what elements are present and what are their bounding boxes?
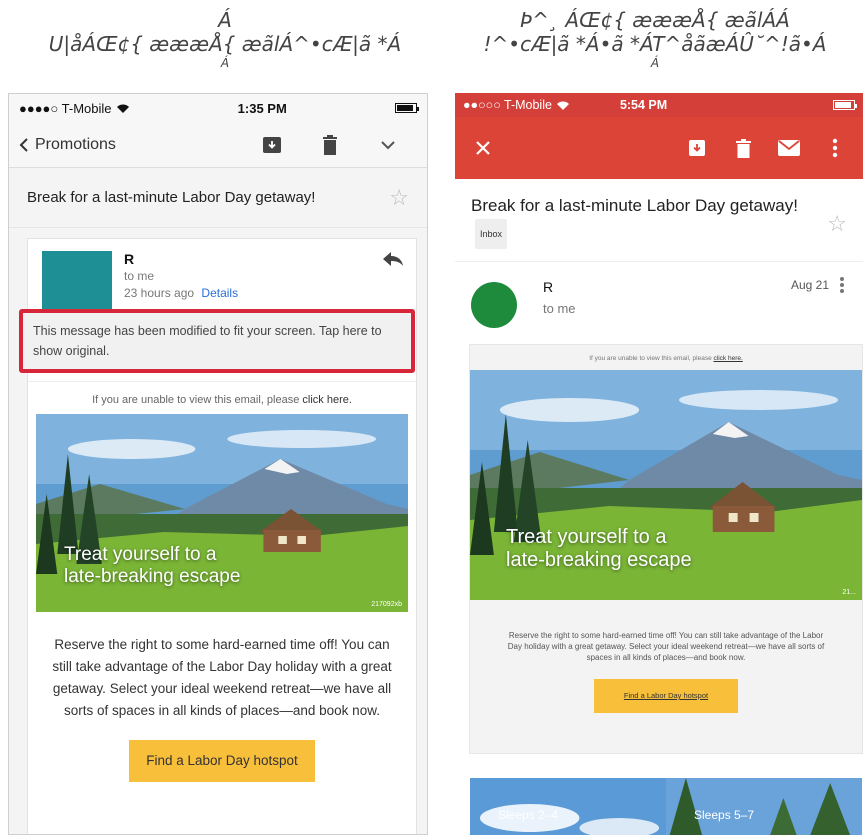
left-caption-line1: Á	[218, 8, 232, 32]
more-vert-icon	[832, 138, 838, 158]
email-subject: Break for a last-minute Labor Day getawa…	[27, 189, 316, 206]
mail-icon	[778, 140, 800, 156]
more-vert-icon[interactable]	[837, 276, 847, 294]
carrier-text: ●●○○○ T-Mobile	[463, 98, 552, 112]
mark-unread-button[interactable]	[777, 136, 801, 160]
star-icon[interactable]: ☆	[389, 185, 409, 211]
recipient-label: to me	[543, 301, 576, 316]
hero-headline: Treat yourself to a late-breaking escape	[64, 544, 240, 588]
archive-icon	[689, 140, 705, 156]
find-hotspot-button[interactable]: Find a Labor Day hotspot	[594, 679, 738, 713]
property-tiles: Sleeps 2–4 Sleeps 5–7	[470, 778, 862, 835]
subject-row: Break for a last-minute Labor Day getawa…	[455, 179, 863, 262]
back-label: Promotions	[35, 135, 116, 153]
ios-status-bar: ●●●●○ T-Mobile 1:35 PM	[9, 94, 427, 122]
email-subject-block: Break for a last-minute Labor Day getawa…	[471, 193, 827, 249]
tile-label: Sleeps 2–4	[498, 808, 559, 822]
email-body-text: Reserve the right to some hard-earned ti…	[52, 637, 392, 718]
chevron-down-icon	[381, 140, 395, 149]
more-options-button[interactable]	[377, 134, 399, 156]
sender-info: R to me 23 hours ago Details	[124, 251, 238, 309]
modified-notice[interactable]: This message has been modified to fit yo…	[19, 309, 415, 373]
view-online-notice: If you are unable to view this email, pl…	[28, 394, 416, 406]
reply-icon[interactable]	[382, 251, 404, 267]
right-caption-line3: Á	[650, 56, 660, 70]
timestamp: 23 hours ago	[124, 286, 195, 300]
view-online-link[interactable]: click here.	[714, 355, 743, 362]
tile-label: Sleeps 5–7	[694, 808, 755, 822]
avatar	[42, 251, 112, 309]
hero-line-2: late-breaking escape	[64, 566, 241, 587]
archive-button[interactable]	[685, 136, 709, 160]
trash-icon	[735, 138, 751, 158]
archive-icon	[263, 136, 281, 153]
status-time: 1:35 PM	[237, 100, 287, 116]
recipient-label: to me	[124, 269, 155, 283]
battery-icon	[394, 103, 419, 113]
sender-header: R to me Aug 21	[455, 262, 863, 342]
right-caption: Þ^¸ ÁŒ¢{ æææÅ{ æãlÁÁ !^•cÆ|ã *Á•ã *ÁT^åã…	[450, 8, 860, 70]
hero-image[interactable]: Treat yourself to a late-breaking escape…	[470, 370, 862, 600]
right-caption-line2: !^•cÆ|ã *Á•ã *ÁT^åãæÁÛ˘^!ã•Á	[483, 32, 827, 56]
details-link[interactable]: Details	[201, 286, 238, 300]
delete-button[interactable]	[319, 134, 341, 156]
trash-icon	[323, 134, 337, 155]
ios-nav-bar: Promotions	[9, 122, 427, 168]
left-caption-line2: U|åÁŒ¢{ æææÅ{ æãlÁ^•cÆ|ã *Á	[48, 32, 402, 56]
archive-button[interactable]	[261, 134, 283, 156]
hero-tag: 217092xb	[371, 601, 402, 608]
android-phone-screen: ●●○○○ T-Mobile 5:54 PM Break for a last-…	[455, 93, 863, 835]
android-app-bar	[455, 117, 863, 179]
hero-line-1: Treat yourself to a	[64, 544, 217, 565]
carrier-label: ●●●●○ T-Mobile	[19, 101, 130, 116]
sender-name: R	[543, 279, 554, 295]
status-time: 5:54 PM	[619, 98, 668, 112]
left-caption-line3: Á	[220, 56, 230, 70]
close-button[interactable]	[471, 136, 495, 160]
tile-sleeps-2-4[interactable]: Sleeps 2–4	[470, 778, 666, 835]
subject-row: Break for a last-minute Labor Day getawa…	[9, 168, 427, 228]
view-online-text: If you are unable to view this email, pl…	[589, 355, 714, 362]
tile-sleeps-5-7[interactable]: Sleeps 5–7	[666, 778, 862, 835]
view-online-notice: If you are unable to view this email, pl…	[470, 355, 862, 362]
carrier-text: ●●●●○ T-Mobile	[19, 100, 112, 116]
view-online-link[interactable]: click here.	[302, 394, 352, 406]
android-status-bar: ●●○○○ T-Mobile 5:54 PM	[455, 93, 863, 117]
avatar	[471, 282, 517, 328]
email-subject: Break for a last-minute Labor Day getawa…	[471, 196, 798, 215]
hero-tag: 21...	[842, 589, 856, 596]
forest-image	[666, 778, 862, 835]
hero-line-2: late-breaking escape	[506, 549, 692, 571]
hero-headline: Treat yourself to a late-breaking escape	[506, 526, 692, 572]
find-hotspot-button[interactable]: Find a Labor Day hotspot	[129, 740, 315, 782]
sky-clouds-image	[470, 778, 666, 835]
star-icon[interactable]: ☆	[827, 211, 847, 249]
email-body-text: Reserve the right to some hard-earned ti…	[507, 631, 825, 662]
left-caption: Á U|åÁŒ¢{ æææÅ{ æãlÁ^•cÆ|ã *Á Á	[40, 8, 410, 70]
chevron-left-icon	[19, 137, 28, 152]
overflow-menu-button[interactable]	[823, 136, 847, 160]
sender-name: R	[124, 251, 135, 267]
ios-phone-screen: ●●●●○ T-Mobile 1:35 PM Promotions Break …	[8, 93, 428, 835]
view-online-text: If you are unable to view this email, pl…	[92, 394, 303, 406]
email-body: If you are unable to view this email, pl…	[469, 344, 863, 835]
delete-button[interactable]	[731, 136, 755, 160]
close-icon	[476, 141, 490, 155]
wifi-icon	[556, 101, 569, 110]
hero-line-1: Treat yourself to a	[506, 526, 667, 548]
sender-info: R to me	[543, 276, 791, 320]
hero-image[interactable]: Treat yourself to a late-breaking escape…	[36, 414, 408, 612]
back-button[interactable]: Promotions	[19, 136, 116, 154]
email-card: R to me 23 hours ago Details This messag…	[19, 238, 417, 834]
battery-icon	[833, 100, 857, 110]
email-body: If you are unable to view this email, pl…	[28, 381, 416, 834]
timestamp-row: 23 hours ago Details	[124, 285, 238, 302]
wifi-icon	[116, 104, 129, 113]
right-caption-line1: Þ^¸ ÁŒ¢{ æææÅ{ æãlÁÁ	[520, 8, 790, 32]
inbox-label-chip[interactable]: Inbox	[475, 219, 508, 249]
email-date: Aug 21	[790, 278, 829, 292]
